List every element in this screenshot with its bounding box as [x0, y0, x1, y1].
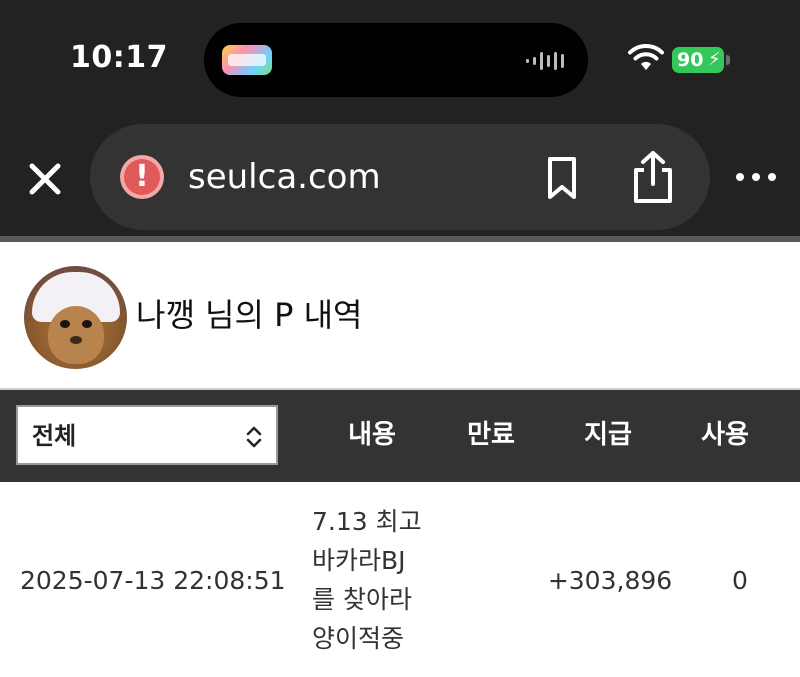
filter-select[interactable]: 전체	[16, 405, 278, 465]
filter-select-value: 전체	[32, 422, 77, 450]
url-text[interactable]: seulca.com	[188, 157, 381, 197]
chevron-updown-icon	[246, 426, 262, 448]
battery-level: 90	[677, 49, 704, 71]
wifi-icon	[628, 44, 664, 70]
cell-pay: +303,896	[547, 566, 673, 595]
column-header-expire: 만료	[467, 420, 515, 450]
dynamic-island	[204, 23, 588, 97]
status-time: 10:17	[70, 40, 168, 75]
profile-header: 나깽 님의 P 내역	[0, 242, 800, 388]
browser-chrome: 10:17 90 ⚡ ! seulca.com	[0, 0, 800, 236]
column-header-content: 내용	[348, 420, 396, 450]
page-title: 나깽 님의 P 내역	[136, 296, 363, 334]
cell-use: 0	[732, 566, 748, 595]
battery-charging-icon: ⚡	[708, 49, 721, 70]
battery-cap	[726, 55, 730, 65]
close-button[interactable]	[26, 160, 64, 198]
avatar	[24, 266, 127, 369]
more-icon[interactable]	[736, 162, 776, 192]
table-header: 전체 내용 만료 지급 사용	[0, 390, 800, 482]
column-header-pay: 지급	[584, 420, 632, 450]
share-icon[interactable]	[630, 150, 676, 204]
column-header-use: 사용	[701, 420, 749, 450]
warning-icon[interactable]: !	[120, 155, 164, 199]
now-playing-thumbnail	[222, 45, 272, 75]
address-bar[interactable]: ! seulca.com	[90, 124, 710, 230]
cell-date: 2025-07-13 22:08:51	[20, 566, 286, 595]
bookmark-icon[interactable]	[542, 156, 582, 200]
cell-content: 7.13 최고 바카라BJ 를 찾아라 양이적중	[312, 507, 422, 653]
table-row: 2025-07-13 22:08:51 7.13 최고 바카라BJ 를 찾아라 …	[0, 482, 800, 677]
battery-indicator: 90 ⚡	[672, 47, 724, 73]
audio-wave-icon	[526, 52, 564, 70]
close-icon	[29, 163, 61, 195]
